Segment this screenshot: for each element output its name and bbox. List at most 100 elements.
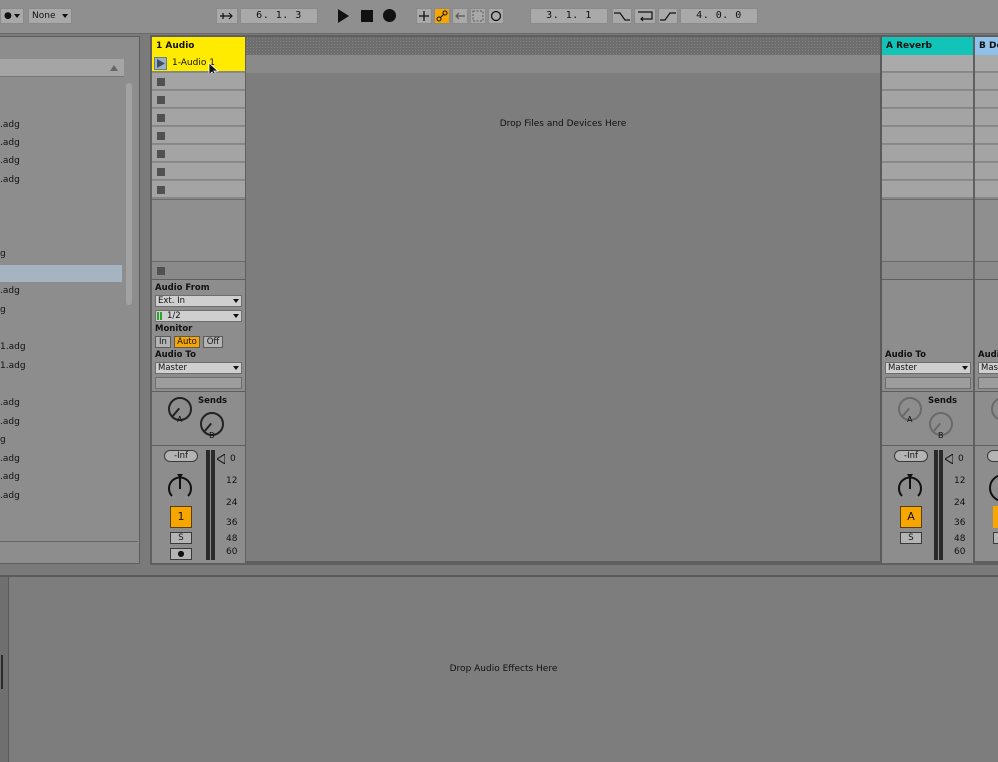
- track-stop-icon[interactable]: [157, 267, 165, 275]
- monitor-in-button[interactable]: In: [155, 336, 171, 348]
- stop-all-row[interactable]: [152, 261, 245, 278]
- midi-dropdown[interactable]: None: [28, 8, 72, 24]
- input-channel-select[interactable]: 1/2: [155, 310, 242, 322]
- return-b-volume-display[interactable]: -: [987, 450, 998, 462]
- browser-item[interactable]: g: [0, 302, 6, 319]
- return-a-title[interactable]: A Reverb: [882, 37, 973, 55]
- return-b-title[interactable]: B De: [975, 37, 998, 55]
- loop-start[interactable]: 3. 1. 1: [530, 8, 608, 24]
- browser-item[interactable]: .adg: [0, 395, 20, 412]
- audio-to-channel-select[interactable]: [155, 377, 242, 389]
- clip-stop-icon[interactable]: [157, 168, 165, 176]
- pan-knob[interactable]: [166, 474, 194, 502]
- audio-to-select[interactable]: Master: [155, 362, 242, 374]
- return-a-sends-label: Sends: [928, 396, 958, 406]
- record-button[interactable]: [383, 9, 396, 22]
- stop-button[interactable]: [361, 10, 373, 22]
- return-slot: [975, 163, 998, 180]
- return-a-channel-select[interactable]: [885, 377, 971, 389]
- volume-slider-icon[interactable]: [217, 454, 225, 464]
- audio-from-select[interactable]: Ext. In: [155, 295, 242, 307]
- track-activator-button[interactable]: 1: [170, 506, 192, 528]
- track-title[interactable]: 1 Audio: [152, 37, 245, 55]
- return-b-audio-to-label: Audi: [978, 350, 998, 360]
- return-slot: [882, 163, 973, 180]
- back-to-arrangement-button[interactable]: [452, 8, 468, 24]
- return-a-send-b-letter: B: [938, 431, 944, 440]
- volume-display[interactable]: -Inf: [164, 450, 198, 462]
- capture-button[interactable]: [470, 8, 486, 24]
- session-view: Drop Files and Devices Here 1 Audio 1-Au…: [150, 35, 998, 565]
- follow-button[interactable]: [216, 8, 238, 24]
- return-b-solo-button[interactable]: [993, 532, 998, 544]
- overdub-button[interactable]: [416, 8, 432, 24]
- clip-stop-icon[interactable]: [157, 114, 165, 122]
- arrangement-position[interactable]: 6. 1. 3: [240, 8, 318, 24]
- meter-scale-60: 60: [226, 547, 238, 557]
- clip-stop-icon[interactable]: [157, 96, 165, 104]
- browser-item[interactable]: .adg: [0, 488, 20, 505]
- return-a-activator-button[interactable]: A: [900, 506, 922, 528]
- arm-button[interactable]: ●: [170, 548, 192, 560]
- clip-slot[interactable]: [152, 109, 245, 126]
- return-b-audio-to-value: Mas: [981, 363, 998, 373]
- browser-item[interactable]: .adg: [0, 283, 20, 300]
- clip-slot[interactable]: [152, 163, 245, 180]
- browser-item[interactable]: g: [0, 432, 6, 449]
- clip-slot[interactable]: [152, 73, 245, 90]
- volume-slider-icon[interactable]: [945, 454, 953, 464]
- session-record-icon: [490, 10, 502, 22]
- punch-in-button[interactable]: [612, 8, 632, 24]
- solo-button[interactable]: S: [170, 532, 192, 544]
- return-b-audio-to-select[interactable]: Mas: [978, 362, 998, 374]
- return-b-send-knob[interactable]: [991, 397, 998, 421]
- browser-item[interactable]: .adg: [0, 135, 20, 152]
- clip-slot[interactable]: [152, 127, 245, 144]
- punch-out-button[interactable]: [658, 8, 678, 24]
- session-record-button[interactable]: [488, 8, 504, 24]
- drop-zone[interactable]: [246, 73, 880, 561]
- clip-stop-icon[interactable]: [157, 78, 165, 86]
- return-a-pan-knob[interactable]: [896, 474, 924, 502]
- browser-column-header[interactable]: [0, 59, 124, 77]
- clip-launch-button[interactable]: [154, 57, 167, 70]
- meter-left: [206, 450, 210, 560]
- return-b-pan-knob[interactable]: [989, 474, 998, 502]
- clip-stop-icon[interactable]: [157, 150, 165, 158]
- clip-slot[interactable]: [152, 181, 245, 198]
- browser-scrollbar[interactable]: [126, 83, 132, 305]
- browser-item[interactable]: g: [0, 246, 6, 263]
- return-b-activator-button[interactable]: [993, 506, 998, 528]
- monitor-off-button[interactable]: Off: [203, 336, 223, 348]
- loop-length[interactable]: 4. 0. 0: [680, 8, 758, 24]
- return-slot: [975, 181, 998, 198]
- return-a-sends: Sends A B: [882, 391, 973, 445]
- browser-selected-row[interactable]: [0, 265, 122, 282]
- browser-item[interactable]: .adg: [0, 469, 20, 486]
- return-slot: [882, 127, 973, 144]
- return-a-volume-display[interactable]: -Inf: [894, 450, 928, 462]
- clip-stop-icon[interactable]: [157, 186, 165, 194]
- return-a-meter-left: [934, 450, 938, 560]
- browser-item[interactable]: .adg: [0, 172, 20, 189]
- loop-button[interactable]: [634, 8, 656, 24]
- browser-item[interactable]: 1.adg: [0, 339, 26, 356]
- return-a-solo-button[interactable]: S: [900, 532, 922, 544]
- keys-dropdown[interactable]: ●: [0, 8, 24, 24]
- return-a-scale-60: 60: [954, 547, 966, 557]
- clip-slot-playing[interactable]: 1-Audio 1: [152, 55, 245, 78]
- return-a-audio-to-select[interactable]: Master: [885, 362, 971, 374]
- device-view: Drop Audio Effects Here: [0, 575, 998, 762]
- clip-slot[interactable]: [152, 91, 245, 108]
- clip-stop-icon[interactable]: [157, 132, 165, 140]
- play-button[interactable]: [336, 9, 350, 23]
- browser-item[interactable]: .adg: [0, 414, 20, 431]
- clip-slot[interactable]: [152, 145, 245, 162]
- monitor-auto-button[interactable]: Auto: [174, 336, 200, 348]
- browser-item[interactable]: 1.adg: [0, 358, 26, 375]
- device-drop-label: Drop Audio Effects Here: [449, 664, 558, 674]
- automation-arm-button[interactable]: [434, 8, 450, 24]
- browser-item[interactable]: .adg: [0, 451, 20, 468]
- browser-item[interactable]: .adg: [0, 153, 20, 170]
- browser-item[interactable]: .adg: [0, 117, 20, 134]
